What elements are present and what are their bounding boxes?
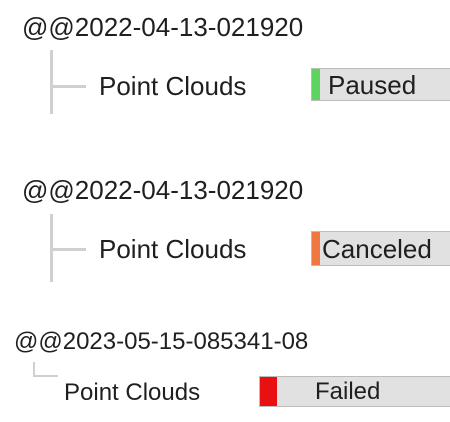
progress-bar: Canceled <box>311 231 450 266</box>
progress-bar: Paused <box>311 68 450 101</box>
tree-connector <box>33 362 35 376</box>
status-text: Paused <box>328 69 417 100</box>
tree-connector <box>50 248 86 251</box>
point-clouds-label[interactable]: Point Clouds <box>99 236 246 262</box>
progress-bar: Failed <box>259 376 450 407</box>
tree-connector <box>33 375 58 377</box>
progress-fill <box>312 232 321 265</box>
point-clouds-label[interactable]: Point Clouds <box>64 381 200 405</box>
tree-connector <box>50 50 53 114</box>
status-text: Canceled <box>322 233 432 264</box>
point-clouds-label[interactable]: Point Clouds <box>99 73 246 99</box>
progress-fill <box>260 377 278 406</box>
task-header[interactable]: @@2022-04-13-021920 <box>22 14 303 40</box>
task-header[interactable]: @@2022-04-13-021920 <box>22 177 303 203</box>
tree-connector <box>50 85 86 88</box>
progress-fill <box>312 69 321 100</box>
status-text: Failed <box>315 377 381 405</box>
task-header[interactable]: @@2023-05-15-085341-08 <box>14 330 308 354</box>
